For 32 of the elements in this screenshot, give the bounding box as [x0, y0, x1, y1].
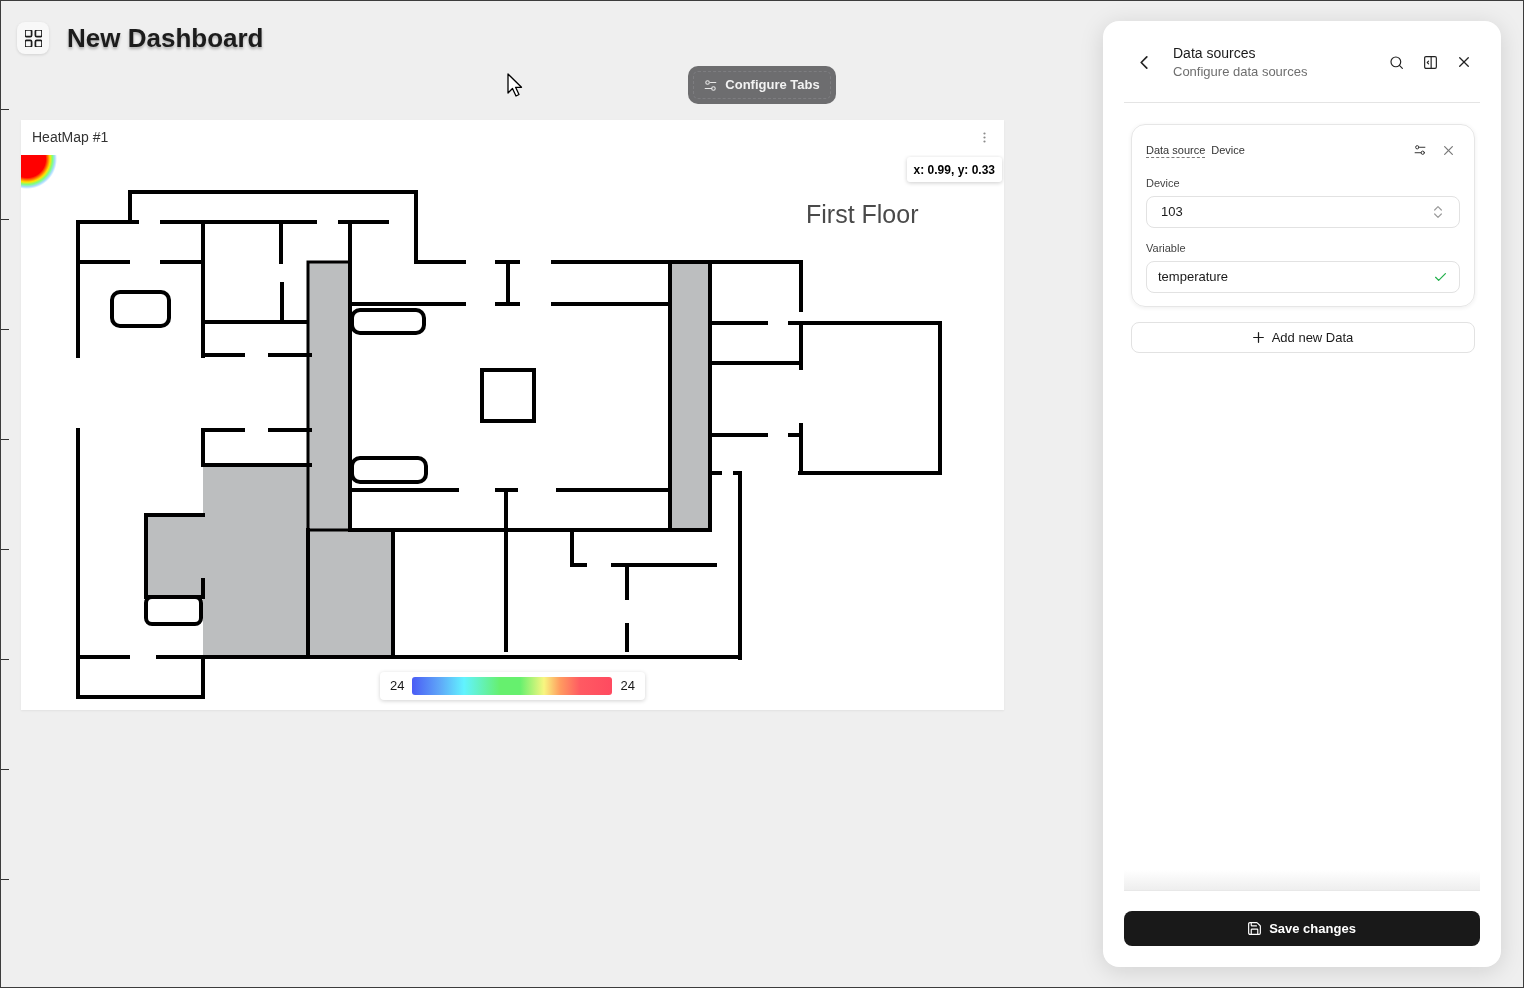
panel-title: Data sources: [1173, 44, 1257, 63]
search-icon: [1389, 55, 1403, 69]
sidebar-panel-icon: [1423, 55, 1437, 69]
cursor-icon: [507, 73, 523, 97]
coordinates-tooltip: x: 0.99, y: 0.33: [906, 157, 1002, 182]
panel-subtitle: Configure data sources: [1173, 63, 1308, 81]
add-data-button[interactable]: Add new Data: [1131, 322, 1475, 353]
source-type-value: Device: [1211, 142, 1245, 158]
close-icon: [1443, 145, 1453, 155]
field-label: Variable: [1146, 241, 1187, 256]
save-changes-button[interactable]: Save changes: [1124, 911, 1480, 946]
dashboard-title: New Dashboard: [67, 22, 264, 54]
chevron-up-down-icon: [1434, 206, 1442, 218]
save-icon: [1248, 922, 1262, 935]
more-options-icon: [983, 132, 986, 143]
chevron-left-icon: [1140, 55, 1148, 69]
floor-label: First Floor: [806, 199, 919, 229]
heat-spot-icon: [21, 155, 57, 191]
select-field[interactable]: 103: [1146, 196, 1460, 228]
plus-icon: [1252, 332, 1264, 343]
configure-tabs-button[interactable]: Configure Tabs: [688, 66, 836, 104]
input-field[interactable]: temperature: [1146, 261, 1460, 293]
sliders-icon: [704, 78, 718, 92]
close-icon: [1459, 57, 1469, 67]
sliders-icon: [1414, 144, 1426, 156]
grid-icon: [24, 29, 42, 47]
legend-max-value: 24: [620, 677, 635, 696]
legend-min-value: 24: [390, 677, 405, 696]
dashboard-menu-button[interactable]: [17, 22, 49, 54]
data-source-label: Data source: [1146, 142, 1206, 158]
widget-title: HeatMap #1: [32, 128, 109, 147]
field-label: Device: [1146, 176, 1181, 191]
